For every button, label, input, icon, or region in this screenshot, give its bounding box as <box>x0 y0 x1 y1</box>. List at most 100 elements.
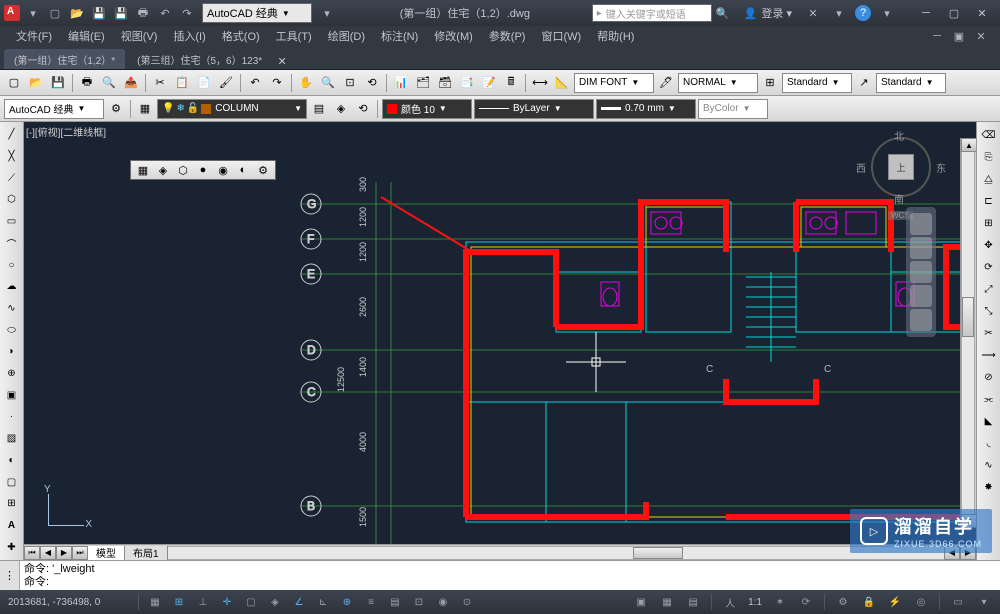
linetype-dropdown[interactable]: ByLayer▼ <box>474 99 594 119</box>
toolbar-lock-icon[interactable]: 🔒 <box>858 592 880 612</box>
paste-btn[interactable]: 📄 <box>194 73 214 93</box>
otrack-icon[interactable]: ∠ <box>288 592 310 612</box>
break-icon[interactable]: ⊘ <box>979 367 999 387</box>
open-icon[interactable]: 📂 <box>67 3 87 23</box>
erase-icon[interactable]: ⌫ <box>979 125 999 145</box>
plotstyle-dropdown[interactable]: ByColor▼ <box>698 99 768 119</box>
scroll-up-icon[interactable]: ▲ <box>961 138 976 152</box>
coords-readout[interactable]: 2013681, -736498, 0 <box>4 597 134 608</box>
nav-showmotion-icon[interactable] <box>910 309 932 331</box>
menu-edit[interactable]: 编辑(E) <box>60 28 113 44</box>
viewcube[interactable]: 上 北 南 西 东 WCS <box>866 132 936 202</box>
arc-icon[interactable]: ⌒ <box>2 234 22 254</box>
region-icon[interactable]: ▢ <box>2 472 22 492</box>
anno-scale-value[interactable]: 1:1 <box>744 597 766 608</box>
menu-help[interactable]: 帮助(H) <box>589 28 642 44</box>
addselected-icon[interactable]: ✚ <box>2 537 22 557</box>
array-icon[interactable]: ⊞ <box>979 213 999 233</box>
calc-btn[interactable]: 🖩 <box>501 73 521 93</box>
hatch-icon[interactable]: ▨ <box>2 429 22 449</box>
nav-zoom-icon[interactable] <box>910 261 932 283</box>
sheetset-btn[interactable]: 📑 <box>457 73 477 93</box>
ellipse-icon[interactable]: ⬭ <box>2 320 22 340</box>
preview-btn[interactable]: 🔍 <box>99 73 119 93</box>
ellipse-arc-icon[interactable]: ◗ <box>2 342 22 362</box>
menu-modify[interactable]: 修改(M) <box>426 28 481 44</box>
ucs-icon[interactable]: Y X <box>44 494 84 534</box>
chamfer-icon[interactable]: ◣ <box>979 411 999 431</box>
print-icon[interactable]: 🖶 <box>133 3 153 23</box>
tab-prev-icon[interactable]: ◀ <box>40 546 56 560</box>
table-icon[interactable]: ⊞ <box>2 494 22 514</box>
layer-dropdown[interactable]: 💡❄🔓 COLUMN▼ <box>157 99 307 119</box>
markup-btn[interactable]: 📝 <box>479 73 499 93</box>
trim-icon[interactable]: ✂ <box>979 323 999 343</box>
mleaderstyle-dropdown[interactable]: Standard▼ <box>876 73 946 93</box>
properties-btn[interactable]: 📊 <box>391 73 411 93</box>
undo-icon[interactable]: ↶ <box>155 3 175 23</box>
tpy-icon[interactable]: ▤ <box>384 592 406 612</box>
insert-icon[interactable]: ⊕ <box>2 364 22 384</box>
workspace-settings-icon[interactable]: ▾ <box>317 3 337 23</box>
workspace-dropdown[interactable]: AutoCAD 经典 ▼ <box>202 3 312 23</box>
new-btn[interactable]: ▢ <box>4 73 24 93</box>
am-icon[interactable]: ⊙ <box>456 592 478 612</box>
textstyle-dropdown[interactable]: NORMAL▼ <box>678 73 758 93</box>
quickview-dwg-btn[interactable]: ▤ <box>682 592 704 612</box>
maximize-button[interactable]: ▢ <box>940 3 968 23</box>
workspace-dd-2[interactable]: AutoCAD 经典▼ <box>4 99 104 119</box>
revcloud-icon[interactable]: ☁ <box>2 277 22 297</box>
horizontal-scrollbar[interactable] <box>168 546 944 560</box>
copy-btn[interactable]: 📋 <box>172 73 192 93</box>
menu-view[interactable]: 视图(V) <box>113 28 166 44</box>
open-btn[interactable]: 📂 <box>26 73 46 93</box>
polygon-icon[interactable]: ⬡ <box>2 190 22 210</box>
menu-param[interactable]: 参数(P) <box>481 28 534 44</box>
dyn-icon[interactable]: ⊕ <box>336 592 358 612</box>
model-tab[interactable]: 模型 <box>88 546 125 560</box>
zoom-window-btn[interactable]: ⊡ <box>340 73 360 93</box>
tab-last-icon[interactable]: ⏭ <box>72 546 88 560</box>
grid-icon[interactable]: ⊞ <box>168 592 190 612</box>
menu-file[interactable]: 文件(F) <box>8 28 60 44</box>
nav-wheel-icon[interactable] <box>910 213 932 235</box>
saveas-icon[interactable]: 💾 <box>111 3 131 23</box>
3dosnap-icon[interactable]: ◈ <box>264 592 286 612</box>
file-tab-2[interactable]: (第三组）住宅（5，6）123* <box>127 49 272 69</box>
pan-btn[interactable]: ✋ <box>296 73 316 93</box>
stayconnected-icon[interactable]: ▾ <box>829 3 849 23</box>
layout1-tab[interactable]: 布局1 <box>125 546 168 560</box>
help-dd-icon[interactable]: ▾ <box>877 3 897 23</box>
anno-auto-icon[interactable]: ⟳ <box>795 592 817 612</box>
qp-icon[interactable]: ⊡ <box>408 592 430 612</box>
polar-icon[interactable]: ✛ <box>216 592 238 612</box>
command-input[interactable]: 命令: '_lweight 命令: <box>20 561 1000 590</box>
layer-iso-btn[interactable]: ◈ <box>331 99 351 119</box>
qat-menu[interactable]: ▾ <box>23 3 43 23</box>
tab-next-icon[interactable]: ▶ <box>56 546 72 560</box>
lwt-icon[interactable]: ≡ <box>360 592 382 612</box>
undo-btn[interactable]: ↶ <box>245 73 265 93</box>
blend-icon[interactable]: ∿ <box>979 455 999 475</box>
menu-tools[interactable]: 工具(T) <box>268 28 320 44</box>
rotate-icon[interactable]: ⟳ <box>979 257 999 277</box>
hardware-accel-icon[interactable]: ⚡ <box>884 592 906 612</box>
ducs-icon[interactable]: ⊾ <box>312 592 334 612</box>
scale-icon[interactable]: ⤢ <box>979 279 999 299</box>
exchange-icon[interactable]: ✕ <box>803 3 823 23</box>
nav-orbit-icon[interactable] <box>910 285 932 307</box>
circle-icon[interactable]: ○ <box>2 255 22 275</box>
stretch-icon[interactable]: ⤡ <box>979 301 999 321</box>
clean-screen-icon[interactable]: ▭ <box>947 592 969 612</box>
line-icon[interactable]: ╱ <box>2 125 22 145</box>
close-button[interactable]: ✕ <box>968 3 996 23</box>
layer-props-btn[interactable]: ▦ <box>135 99 155 119</box>
workspace-gear-icon[interactable]: ⚙ <box>106 99 126 119</box>
save-icon[interactable]: 💾 <box>89 3 109 23</box>
menu-insert[interactable]: 插入(I) <box>165 28 213 44</box>
tablestyle-dropdown[interactable]: Standard▼ <box>782 73 852 93</box>
designcenter-btn[interactable]: 🗂 <box>413 73 433 93</box>
spline-icon[interactable]: ∿ <box>2 299 22 319</box>
xline-icon[interactable]: ╳ <box>2 147 22 167</box>
new-icon[interactable]: ▢ <box>45 3 65 23</box>
